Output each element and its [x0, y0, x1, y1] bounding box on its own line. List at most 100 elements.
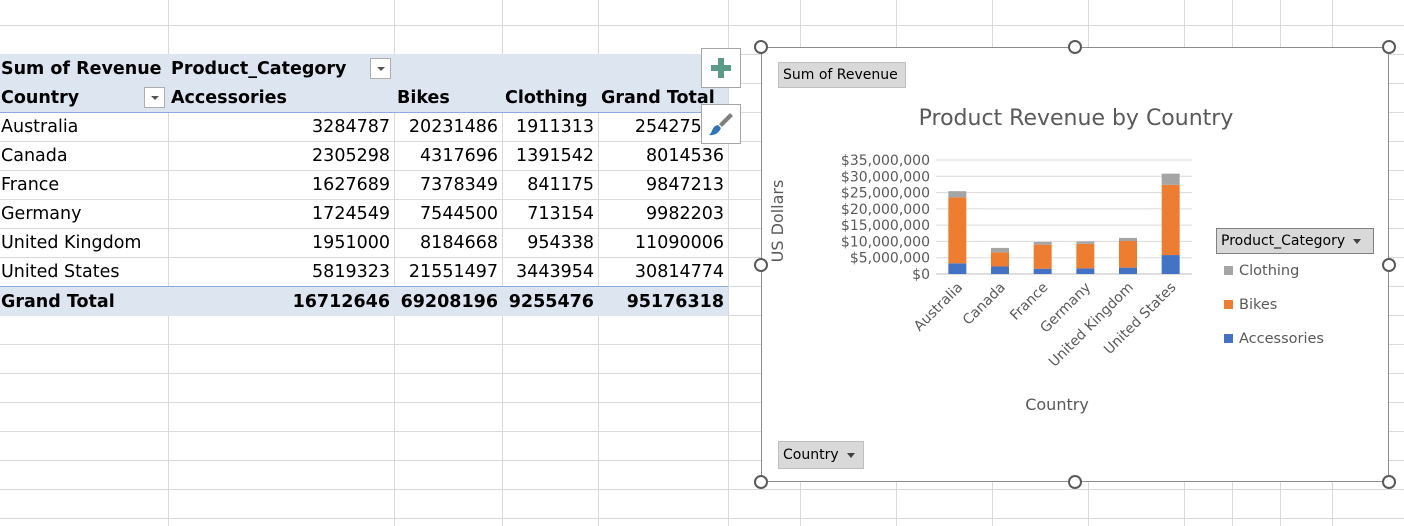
bar-segment: [1076, 268, 1095, 274]
plus-icon: [711, 58, 731, 78]
row-label-country[interactable]: Canada: [0, 141, 168, 170]
legend-entry[interactable]: Bikes: [1224, 295, 1277, 315]
resize-handle-bottom-left[interactable]: [754, 475, 768, 489]
pivot-grand-total-row: Grand Total 16712646 69208196 9255476 95…: [0, 286, 728, 316]
pivot-value-cell[interactable]: 5819323: [170, 257, 394, 286]
legend-field-label: Product_Category: [1221, 233, 1346, 249]
bar-segment: [1119, 237, 1137, 241]
pivot-column-field-label[interactable]: Product_Category: [170, 54, 370, 83]
grand-total-bikes[interactable]: 69208196: [396, 287, 502, 316]
axis-field-button[interactable]: Country: [778, 441, 864, 469]
resize-handle-right[interactable]: [1382, 258, 1396, 272]
pivot-row: Germany 1724549 7544500 713154 9982203: [0, 199, 728, 228]
pivot-row: United States 5819323 21551497 3443954 30814…: [0, 257, 728, 286]
pivot-value-cell[interactable]: 11090006: [600, 228, 728, 257]
pivot-row-field-label[interactable]: Country: [0, 83, 168, 112]
bar-segment: [1161, 173, 1180, 185]
pivot-value-cell[interactable]: 9982203: [600, 199, 728, 228]
pivot-value-cell[interactable]: 841175: [504, 170, 598, 199]
legend-entry[interactable]: Accessories: [1224, 329, 1324, 349]
row-gridline: [0, 489, 1404, 490]
x-tick-label: Australia: [911, 280, 966, 335]
pivot-value-cell[interactable]: 2305298: [170, 141, 394, 170]
paintbrush-icon: [709, 113, 733, 136]
pivot-value-cell[interactable]: 7378349: [396, 170, 502, 199]
legend-swatch: [1224, 334, 1233, 343]
x-tick-label: Canada: [960, 280, 1009, 329]
pivot-value-cell[interactable]: 954338: [504, 228, 598, 257]
pivot-row: France 1627689 7378349 841175 9847213: [0, 170, 728, 199]
pivot-header-row: Sum of Revenue Product_Category: [0, 54, 728, 83]
pivot-value-cell[interactable]: 21551497: [396, 257, 502, 286]
bar-segment: [1076, 243, 1095, 269]
pivot-value-cell[interactable]: 30814774: [600, 257, 728, 286]
legend-swatch: [1224, 266, 1233, 275]
chart-styles-button[interactable]: [701, 104, 741, 144]
y-tick-label: $30,000,000: [841, 169, 930, 185]
pivot-value-cell[interactable]: 1911313: [504, 112, 598, 141]
legend-label: Bikes: [1239, 297, 1278, 313]
y-tick-label: $25,000,000: [841, 186, 930, 202]
legend-field-button[interactable]: Product_Category: [1216, 228, 1374, 254]
bar-segment: [1119, 267, 1137, 274]
row-label-country[interactable]: United Kingdom: [0, 228, 168, 257]
row-gridline: [0, 25, 1404, 26]
grand-total-overall[interactable]: 95176318: [600, 287, 728, 316]
bar-segment: [1033, 268, 1052, 274]
chevron-down-icon: [846, 452, 855, 458]
pivot-value-cell[interactable]: 8014536: [600, 141, 728, 170]
bar-segment: [1033, 244, 1052, 269]
bar-segment: [991, 247, 1009, 253]
legend-label: Clothing: [1239, 263, 1300, 279]
grand-total-label[interactable]: Grand Total: [0, 287, 168, 316]
y-tick-label: $20,000,000: [841, 202, 930, 218]
grand-total-clothing[interactable]: 9255476: [504, 287, 598, 316]
resize-handle-left[interactable]: [754, 258, 768, 272]
pivot-value-cell[interactable]: 3443954: [504, 257, 598, 286]
bar-segment: [1076, 241, 1095, 244]
pivot-row: Australia 3284787 20231486 1911313 25427586: [0, 112, 728, 141]
axis-field-label: Country: [783, 447, 839, 463]
pivot-value-cell[interactable]: 8184668: [396, 228, 502, 257]
column-header-clothing[interactable]: Clothing: [504, 83, 598, 112]
pivot-chart[interactable]: Sum of Revenue Product Revenue by Countr…: [761, 47, 1389, 482]
row-label-country[interactable]: United States: [0, 257, 168, 286]
y-tick-label: $35,000,000: [841, 153, 930, 169]
pivot-value-cell[interactable]: 20231486: [396, 112, 502, 141]
resize-handle-bottom[interactable]: [1068, 475, 1082, 489]
legend-label: Accessories: [1239, 331, 1324, 347]
column-header-bikes[interactable]: Bikes: [396, 83, 502, 112]
y-tick-label: $0: [912, 267, 930, 283]
legend-swatch: [1224, 300, 1233, 309]
pivot-value-cell[interactable]: 1627689: [170, 170, 394, 199]
bar-segment: [991, 266, 1009, 274]
pivot-value-label[interactable]: Sum of Revenue: [0, 54, 168, 83]
bar-segment: [991, 252, 1009, 267]
row-label-country[interactable]: France: [0, 170, 168, 199]
resize-handle-top-left[interactable]: [754, 40, 768, 54]
pivot-value-cell[interactable]: 1724549: [170, 199, 394, 228]
resize-handle-bottom-right[interactable]: [1382, 475, 1396, 489]
pivot-value-cell[interactable]: 1391542: [504, 141, 598, 170]
row-filter-dropdown-button[interactable]: [144, 87, 165, 108]
pivot-value-cell[interactable]: 9847213: [600, 170, 728, 199]
row-label-country[interactable]: Australia: [0, 112, 168, 141]
column-header-accessories[interactable]: Accessories: [170, 83, 394, 112]
legend-entry[interactable]: Clothing: [1224, 261, 1299, 281]
bar-segment: [1119, 240, 1137, 268]
grand-total-accessories[interactable]: 16712646: [170, 287, 394, 316]
pivot-value-cell[interactable]: 713154: [504, 199, 598, 228]
pivot-value-cell[interactable]: 4317696: [396, 141, 502, 170]
column-filter-dropdown-button[interactable]: [370, 58, 391, 79]
resize-handle-top-right[interactable]: [1382, 40, 1396, 54]
bar-segment: [1033, 241, 1052, 245]
pivot-value-cell[interactable]: 3284787: [170, 112, 394, 141]
y-tick-label: $10,000,000: [841, 234, 930, 250]
pivot-value-cell[interactable]: 7544500: [396, 199, 502, 228]
bar-segment: [1161, 255, 1180, 274]
chart-elements-button[interactable]: [701, 48, 741, 88]
pivot-row: Canada 2305298 4317696 1391542 8014536: [0, 141, 728, 170]
resize-handle-top[interactable]: [1068, 40, 1082, 54]
pivot-value-cell[interactable]: 1951000: [170, 228, 394, 257]
row-label-country[interactable]: Germany: [0, 199, 168, 228]
